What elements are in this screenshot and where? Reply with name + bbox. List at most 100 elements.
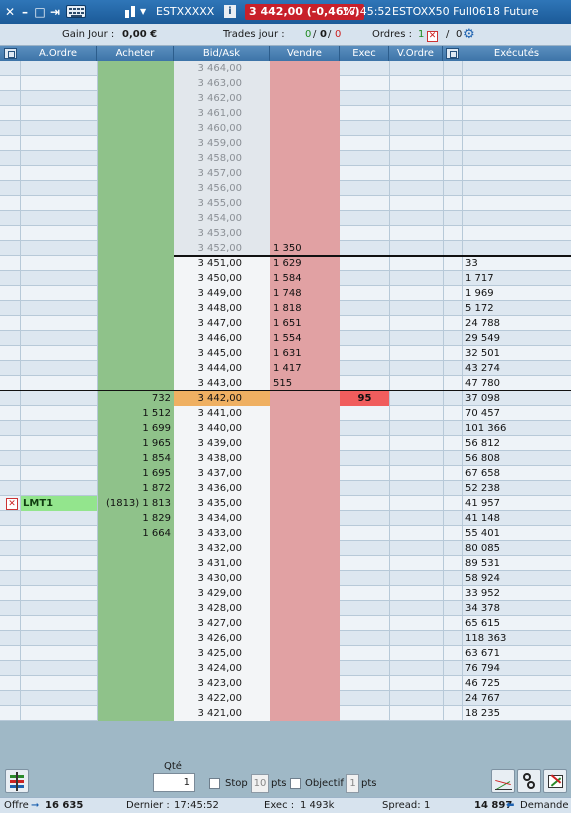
col-buy[interactable]: Acheter bbox=[97, 46, 174, 61]
buy-cell[interactable] bbox=[97, 586, 174, 601]
stop-checkbox[interactable] bbox=[209, 778, 220, 789]
buy-cell[interactable] bbox=[97, 61, 174, 76]
ladder-row[interactable]: 3 432,00 80 085 bbox=[0, 541, 571, 556]
buy-cell[interactable] bbox=[97, 286, 174, 301]
sell-cell[interactable] bbox=[270, 676, 340, 691]
ladder-row[interactable]: 3 445,00 1 631 32 501 bbox=[0, 346, 571, 361]
ladder-row[interactable]: 3 423,00 46 725 bbox=[0, 676, 571, 691]
buy-cell[interactable] bbox=[97, 151, 174, 166]
buy-cell[interactable]: 1 512 bbox=[97, 406, 174, 421]
ladder-row[interactable]: 3 462,00 bbox=[0, 91, 571, 106]
ladder-row[interactable]: 3 460,00 bbox=[0, 121, 571, 136]
buy-cell[interactable] bbox=[97, 166, 174, 181]
buy-cell[interactable]: (1813) 1 813 bbox=[97, 496, 174, 511]
sell-cell[interactable]: 1 417 bbox=[270, 361, 340, 376]
cancel-orders-icon[interactable]: ✕ bbox=[427, 31, 438, 42]
sell-cell[interactable] bbox=[270, 526, 340, 541]
link-icon[interactable] bbox=[517, 769, 541, 793]
buy-cell[interactable]: 1 965 bbox=[97, 436, 174, 451]
sell-cell[interactable] bbox=[270, 91, 340, 106]
buy-cell[interactable] bbox=[97, 76, 174, 91]
sell-cell[interactable] bbox=[270, 706, 340, 721]
buy-cell[interactable]: 1 699 bbox=[97, 421, 174, 436]
sell-cell[interactable] bbox=[270, 436, 340, 451]
sell-cell[interactable] bbox=[270, 466, 340, 481]
buy-cell[interactable] bbox=[97, 376, 174, 391]
ladder-row[interactable]: 3 446,00 1 554 29 549 bbox=[0, 331, 571, 346]
sell-cell[interactable]: 1 629 bbox=[270, 256, 340, 271]
ladder-row[interactable]: 3 430,00 58 924 bbox=[0, 571, 571, 586]
ladder-row[interactable]: 3 451,00 1 629 33 bbox=[0, 256, 571, 271]
buy-cell[interactable] bbox=[97, 706, 174, 721]
buy-cell[interactable] bbox=[97, 136, 174, 151]
sell-cell[interactable] bbox=[270, 136, 340, 151]
col-buy-order[interactable]: A.Ordre bbox=[20, 46, 97, 61]
buy-cell[interactable] bbox=[97, 631, 174, 646]
buy-cell[interactable] bbox=[97, 211, 174, 226]
sell-cell[interactable] bbox=[270, 406, 340, 421]
ladder-row[interactable]: 1 965 3 439,00 56 812 bbox=[0, 436, 571, 451]
buy-cell[interactable] bbox=[97, 301, 174, 316]
ladder-row[interactable]: 3 427,00 65 615 bbox=[0, 616, 571, 631]
sell-cell[interactable]: 1 651 bbox=[270, 316, 340, 331]
buy-cell[interactable] bbox=[97, 271, 174, 286]
sell-cell[interactable] bbox=[270, 556, 340, 571]
buy-cell[interactable] bbox=[97, 226, 174, 241]
sell-cell[interactable] bbox=[270, 181, 340, 196]
sell-cell[interactable] bbox=[270, 661, 340, 676]
buy-cell[interactable] bbox=[97, 196, 174, 211]
ladder-row[interactable]: 1 829 3 434,00 41 148 bbox=[0, 511, 571, 526]
buy-cell[interactable]: 732 bbox=[97, 391, 174, 406]
sell-cell[interactable] bbox=[270, 196, 340, 211]
sell-cell[interactable]: 515 bbox=[270, 376, 340, 391]
pin-icon[interactable]: – bbox=[19, 3, 31, 21]
sell-cell[interactable] bbox=[270, 211, 340, 226]
sell-cell[interactable] bbox=[270, 646, 340, 661]
sell-cell[interactable] bbox=[270, 166, 340, 181]
ladder-row[interactable]: 3 422,00 24 767 bbox=[0, 691, 571, 706]
instrument-icon[interactable] bbox=[124, 5, 138, 19]
ladder-row[interactable]: 3 453,00 bbox=[0, 226, 571, 241]
sell-cell[interactable] bbox=[270, 61, 340, 76]
qty-input[interactable]: 1 bbox=[153, 773, 195, 792]
buy-cell[interactable] bbox=[97, 556, 174, 571]
stop-points-input[interactable]: 10 bbox=[251, 774, 269, 793]
sell-cell[interactable] bbox=[270, 541, 340, 556]
col-bid-ask[interactable]: Bid/Ask bbox=[174, 46, 270, 61]
instrument-name[interactable]: ESTXXXXX bbox=[156, 3, 214, 21]
ladder-row[interactable]: 3 450,00 1 584 1 717 bbox=[0, 271, 571, 286]
ladder-row[interactable]: 1 872 3 436,00 52 238 bbox=[0, 481, 571, 496]
buy-cell[interactable] bbox=[97, 346, 174, 361]
ladder-row[interactable]: 3 459,00 bbox=[0, 136, 571, 151]
sell-cell[interactable]: 1 748 bbox=[270, 286, 340, 301]
maximize-icon[interactable]: ⇥ bbox=[49, 3, 61, 21]
col-sell[interactable]: Vendre bbox=[270, 46, 340, 61]
buy-cell[interactable] bbox=[97, 316, 174, 331]
buy-cell[interactable] bbox=[97, 661, 174, 676]
buy-cell[interactable] bbox=[97, 241, 174, 256]
sell-cell[interactable]: 1 818 bbox=[270, 301, 340, 316]
col-executed[interactable]: Exécutés bbox=[462, 46, 571, 61]
sell-cell[interactable]: 1 350 bbox=[270, 241, 340, 256]
buy-cell[interactable] bbox=[97, 331, 174, 346]
ladder-row[interactable]: 1 699 3 440,00 101 366 bbox=[0, 421, 571, 436]
buy-cell[interactable]: 1 695 bbox=[97, 466, 174, 481]
ladder-row[interactable]: 3 457,00 bbox=[0, 166, 571, 181]
sell-cell[interactable] bbox=[270, 691, 340, 706]
sell-cell[interactable] bbox=[270, 226, 340, 241]
buy-cell[interactable] bbox=[97, 106, 174, 121]
ladder-row[interactable]: 3 424,00 76 794 bbox=[0, 661, 571, 676]
ladder-row[interactable]: 1 695 3 437,00 67 658 bbox=[0, 466, 571, 481]
buy-cell[interactable] bbox=[97, 181, 174, 196]
ladder-row[interactable]: 3 425,00 63 671 bbox=[0, 646, 571, 661]
ladder-row[interactable]: 3 444,00 1 417 43 274 bbox=[0, 361, 571, 376]
ladder-row[interactable]: 3 458,00 bbox=[0, 151, 571, 166]
buy-cell[interactable] bbox=[97, 646, 174, 661]
ladder-row[interactable]: 3 428,00 34 378 bbox=[0, 601, 571, 616]
ladder-row[interactable]: 732 3 442,00 95 37 098 bbox=[0, 391, 571, 406]
ladder-row[interactable]: 3 464,00 bbox=[0, 61, 571, 76]
cancel-sell-orders-icon[interactable] bbox=[446, 48, 459, 59]
info-icon[interactable]: i bbox=[224, 5, 236, 18]
ladder-row[interactable]: 3 456,00 bbox=[0, 181, 571, 196]
ladder-row[interactable]: 1 512 3 441,00 70 457 bbox=[0, 406, 571, 421]
